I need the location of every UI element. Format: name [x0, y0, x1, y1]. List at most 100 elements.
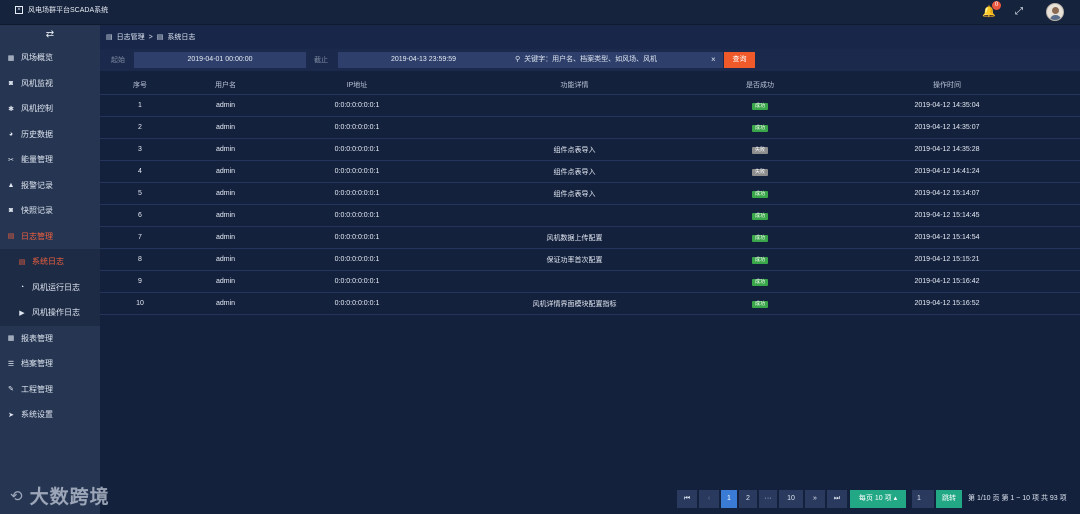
gear-icon: ✱	[8, 105, 14, 113]
table-row: 6 admin 0:0:0:0:0:0:0:1 成功 2019-04-12 15:14:…	[100, 205, 1080, 227]
column-header: 序号	[133, 81, 147, 89]
page-button-2[interactable]: 2	[739, 490, 757, 508]
search-placeholder: 关键字：用户名、档案类型、如风场、风机	[524, 56, 658, 63]
sidebar-item-alarm-records[interactable]: ▲ 报警记录	[0, 173, 100, 199]
row-success-cell: 成功	[706, 234, 814, 242]
end-date-label: 截止	[314, 57, 328, 64]
start-date-label: 起始	[111, 57, 125, 64]
row-operation-time: 2019-04-12 14:35:28	[914, 146, 980, 153]
last-page-button[interactable]: ⏭	[827, 490, 847, 508]
table-row: 3 admin 0:0:0:0:0:0:0:1 组件点表导入 失败 2019-04-12 …	[100, 139, 1080, 161]
clear-search-icon[interactable]: ×	[711, 52, 716, 68]
row-function-detail: 组件点表导入	[553, 168, 596, 176]
sidebar-item-log-management[interactable]: ▤ 日志管理	[0, 224, 100, 250]
row-username: admin	[215, 168, 236, 175]
grid-icon: ▦	[7, 54, 15, 62]
page-jump-input[interactable]: 1	[912, 490, 934, 508]
row-success-cell: 成功	[706, 212, 814, 220]
row-success-cell: 失败	[706, 146, 814, 154]
camera-icon: ◙	[8, 79, 14, 87]
status-badge: 失败	[752, 146, 768, 154]
row-operation-time: 2019-04-12 15:16:42	[914, 278, 980, 285]
row-number: 5	[138, 190, 142, 197]
sidebar-item-label: 快照记录	[21, 206, 53, 216]
row-ip-address: 0:0:0:0:0:0:0:1	[334, 168, 380, 175]
row-number: 6	[138, 212, 142, 219]
page-button-10[interactable]: 10	[779, 490, 803, 508]
next-page-button[interactable]: »	[805, 490, 825, 508]
first-page-button[interactable]: ⏮	[677, 490, 697, 508]
row-operation-time: 2019-04-12 14:35:07	[914, 124, 980, 131]
sidebar-item-wind-farm-overview[interactable]: ▦ 风场概览	[0, 45, 100, 71]
send-icon: ➤	[8, 411, 14, 419]
sidebar-item-label: 风场概览	[21, 53, 53, 63]
row-function-detail: 风机数据上传配置	[546, 234, 603, 242]
tools-icon: ✂	[8, 156, 14, 164]
row-operation-time: 2019-04-12 15:14:54	[914, 234, 980, 241]
status-badge: 成功	[752, 124, 768, 132]
status-badge: 失败	[752, 168, 768, 176]
per-page-select[interactable]: 每页 10 项 ▴	[850, 490, 906, 508]
column-header: IP地址	[346, 81, 368, 89]
chevron-up-icon: ▴	[893, 495, 898, 502]
row-ip-address: 0:0:0:0:0:0:0:1	[334, 124, 380, 131]
sidebar-item-label: 报警记录	[21, 180, 53, 190]
app-title-group: × 风电场群平台SCADA系统	[15, 5, 108, 15]
row-ip-address: 0:0:0:0:0:0:0:1	[334, 190, 380, 197]
query-button[interactable]: 查询	[724, 52, 755, 68]
row-success-cell: 成功	[706, 102, 814, 110]
fullscreen-icon[interactable]: ⤢	[1012, 5, 1026, 19]
row-ip-address: 0:0:0:0:0:0:0:1	[334, 278, 380, 285]
sidebar-item-label: 日志管理	[21, 231, 53, 241]
page-info: 第 1/10 页	[968, 495, 1000, 502]
status-badge: 成功	[752, 256, 768, 264]
bell-icon: ▲	[7, 181, 15, 189]
top-bar: × 风电场群平台SCADA系统 🔔 0 ⤢	[0, 0, 1080, 25]
row-ip-address: 0:0:0:0:0:0:0:1	[334, 102, 380, 109]
row-success-cell: 成功	[706, 300, 814, 308]
row-success-cell: 失败	[706, 168, 814, 176]
sidebar-item-turbine-run-log[interactable]: ◔ 风机运行日志	[0, 274, 100, 300]
row-function-detail: 组件点表导入	[553, 146, 596, 154]
start-date-field[interactable]: 2019-04-01 00:00:00	[134, 52, 306, 68]
sidebar-item-label: 风机监视	[21, 78, 53, 88]
notification-count-badge: 0	[992, 1, 1001, 10]
avatar[interactable]	[1046, 3, 1064, 21]
sidebar-item-archive-management[interactable]: ☰ 档案管理	[0, 351, 100, 377]
breadcrumb-parent[interactable]: 日志管理	[117, 32, 145, 42]
row-success-cell: 成功	[706, 278, 814, 286]
sidebar-item-system-log[interactable]: ▤ 系统日志	[0, 249, 100, 275]
sidebar-item-turbine-control[interactable]: ✱ 风机控制	[0, 96, 100, 122]
status-badge: 成功	[752, 190, 768, 198]
search-input[interactable]: ⚲ 关键字：用户名、档案类型、如风场、风机	[507, 52, 723, 68]
status-badge: 成功	[752, 234, 768, 242]
row-number: 10	[136, 300, 144, 307]
sidebar-item-system-settings[interactable]: ➤ 系统设置	[0, 402, 100, 428]
table-row: 10 admin 0:0:0:0:0:0:0:1 风机详情界面模块配置指标 成功 2019…	[100, 293, 1080, 315]
sidebar-item-project-management[interactable]: ✎ 工程管理	[0, 377, 100, 403]
sidebar-item-turbine-operation-log[interactable]: ▶ 风机操作日志	[0, 300, 100, 326]
row-function-detail: 组件点表导入	[553, 190, 596, 198]
row-number: 3	[138, 146, 142, 153]
prev-page-button[interactable]: ‹	[699, 490, 719, 508]
row-username: admin	[215, 102, 236, 109]
sidebar-item-energy-management[interactable]: ✂ 能量管理	[0, 147, 100, 173]
wrench-icon: ✎	[8, 386, 14, 394]
end-date-field[interactable]: 2019-04-13 23:59:59	[338, 52, 509, 68]
app-title: 风电场群平台SCADA系统	[28, 7, 109, 14]
sidebar-toggle-icon[interactable]: ⇄	[0, 25, 100, 45]
table-icon: ▦	[7, 335, 15, 343]
sidebar-item-history-data[interactable]: ◕ 历史数据	[0, 122, 100, 148]
pie-icon: ◕	[8, 130, 14, 138]
sidebar-item-report-management[interactable]: ▦ 报表管理	[0, 326, 100, 352]
range-info: 第 1 ~ 10 项	[1001, 495, 1040, 502]
page-button-1[interactable]: 1	[721, 490, 737, 508]
jump-button[interactable]: 跳转	[936, 490, 962, 508]
sidebar-item-snapshot-records[interactable]: ◙ 快照记录	[0, 198, 100, 224]
row-username: admin	[215, 234, 236, 241]
breadcrumb-current: 系统日志	[167, 34, 196, 41]
sidebar-item-label: 档案管理	[21, 359, 53, 369]
sidebar-item-label: 系统日志	[32, 257, 64, 267]
book-icon: ▤	[7, 233, 15, 241]
sidebar-item-turbine-monitor[interactable]: ◙ 风机监视	[0, 71, 100, 97]
